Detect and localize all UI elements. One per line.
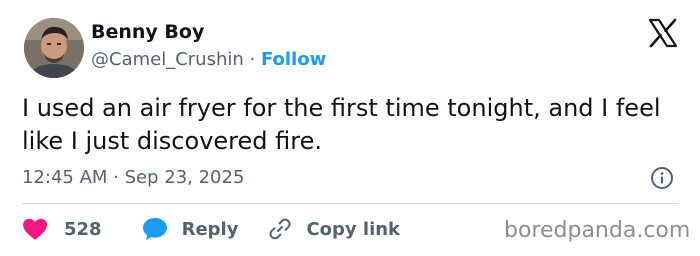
- avatar-photo-icon: [24, 18, 84, 78]
- copy-link-label: Copy link: [306, 218, 401, 240]
- handle-separator: ·: [249, 49, 256, 70]
- divider: [22, 203, 678, 204]
- avatar[interactable]: [24, 18, 84, 78]
- heart-icon: [23, 218, 47, 240]
- copy-link-button[interactable]: Copy link: [268, 217, 400, 241]
- author-name[interactable]: Benny Boy: [91, 21, 204, 43]
- like-button[interactable]: 528: [22, 217, 102, 241]
- author-handle-row: @Camel_Crushin · Follow: [91, 49, 326, 70]
- speech-bubble-icon: [142, 218, 167, 240]
- tweet-card: Benny Boy @Camel_Crushin · Follow I used…: [0, 0, 700, 256]
- action-bar: 528 Reply Copy link: [22, 216, 400, 242]
- link-icon: [269, 218, 291, 240]
- likes-count: 528: [64, 218, 102, 240]
- info-icon[interactable]: [650, 166, 674, 190]
- reply-button[interactable]: Reply: [142, 217, 239, 241]
- follow-button[interactable]: Follow: [261, 49, 326, 70]
- tweet-text: I used an air fryer for the first time t…: [22, 94, 661, 155]
- tweet-timestamp[interactable]: 12:45 AM · Sep 23, 2025: [22, 167, 244, 188]
- reply-label: Reply: [181, 218, 239, 240]
- author-handle[interactable]: @Camel_Crushin: [91, 49, 244, 70]
- watermark: boredpanda.com: [504, 218, 691, 243]
- x-logo-icon[interactable]: [648, 18, 678, 48]
